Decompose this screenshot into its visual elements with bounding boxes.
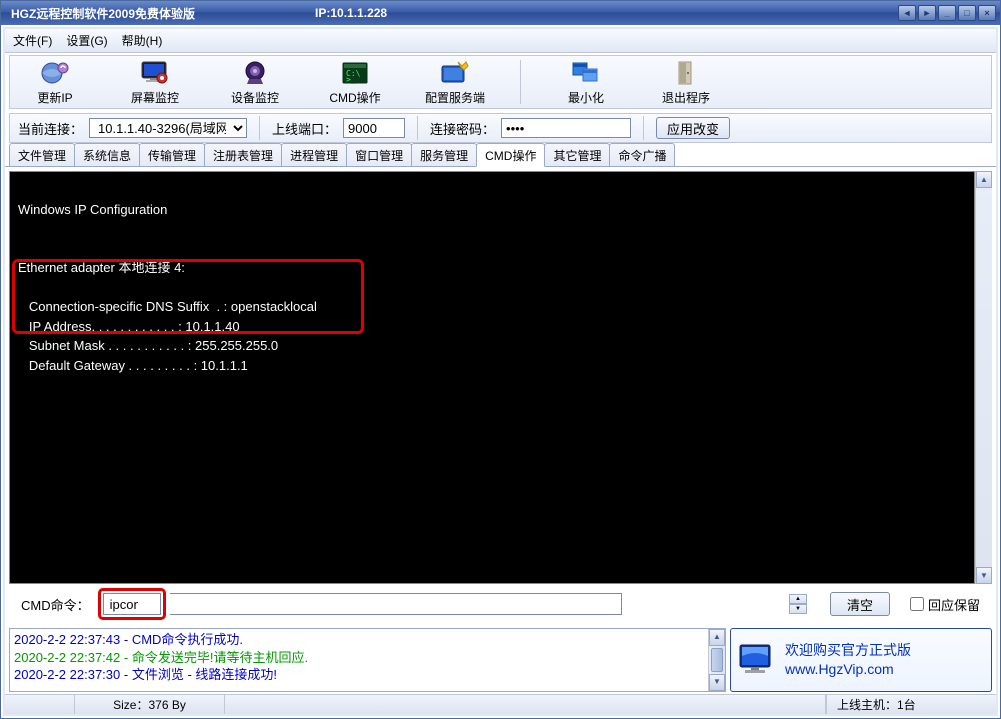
keep-reply-checkbox-label[interactable]: 回应保留 — [910, 595, 980, 614]
statusbar: Size：376 By 上线主机：1台 — [5, 694, 996, 714]
log-line: 2020-2-2 22:37:30 - 文件浏览 - 线路连接成功! — [14, 666, 721, 684]
tab-8[interactable]: 其它管理 — [544, 143, 610, 166]
log-scrollbar[interactable]: ▲ ▼ — [708, 629, 725, 691]
globe-refresh-icon — [39, 59, 71, 87]
monitor-icon — [139, 59, 171, 87]
minimize-icon[interactable]: _ — [938, 5, 956, 21]
svg-text:>_: >_ — [346, 75, 356, 84]
screen-monitor-button[interactable]: 屏幕监控 — [116, 59, 194, 106]
tab-7[interactable]: CMD操作 — [476, 143, 545, 167]
cmd-input-row: CMD命令： ▲ ▼ 清空 回应保留 — [9, 584, 992, 624]
cmd-output: Windows IP Configuration Ethernet adapte… — [9, 171, 975, 584]
spin-up-icon[interactable]: ▲ — [789, 594, 807, 604]
tab-0[interactable]: 文件管理 — [9, 143, 75, 166]
status-host: 上线主机：1台 — [826, 695, 996, 714]
cmd-input-extended[interactable] — [170, 593, 622, 615]
conn-pwd-label: 连接密码： — [430, 119, 495, 138]
toolbar: 更新IP 屏幕监控 设备监控 C:\>_ CMD操作 — [9, 55, 992, 109]
apply-button[interactable]: 应用改变 — [656, 117, 730, 139]
arrow-right-icon[interactable]: ► — [918, 5, 936, 21]
conn-pwd-input[interactable] — [501, 118, 631, 138]
online-port-input[interactable] — [343, 118, 405, 138]
config-server-button[interactable]: 配置服务端 — [416, 59, 494, 106]
menu-file[interactable]: 文件(F) — [13, 32, 52, 49]
config-icon — [439, 59, 471, 87]
cmd-input-label: CMD命令： — [21, 595, 90, 614]
promo-monitor-icon — [737, 642, 777, 678]
terminal-icon: C:\>_ — [339, 59, 371, 87]
log-line: 2020-2-2 22:37:42 - 命令发送完毕!请等待主机回应. — [14, 649, 721, 667]
window-title: HGZ远程控制软件2009免费体验版 — [11, 5, 195, 22]
scroll-up-icon[interactable]: ▲ — [709, 629, 725, 646]
tab-4[interactable]: 进程管理 — [281, 143, 347, 166]
menubar: 文件(F) 设置(G) 帮助(H) — [5, 29, 996, 53]
tab-9[interactable]: 命令广播 — [609, 143, 675, 166]
spin-down-icon[interactable]: ▼ — [789, 604, 807, 614]
log-line: 2020-2-2 22:37:43 - CMD命令执行成功. — [14, 631, 721, 649]
scroll-down-icon[interactable]: ▼ — [976, 567, 992, 584]
scroll-up-icon[interactable]: ▲ — [976, 171, 992, 188]
cmd-input-spinner[interactable]: ▲ ▼ — [789, 594, 807, 614]
cmd-ops-button[interactable]: C:\>_ CMD操作 — [316, 59, 394, 106]
minimize-button[interactable]: 最小化 — [547, 59, 625, 106]
tab-2[interactable]: 传输管理 — [139, 143, 205, 166]
scroll-thumb[interactable] — [711, 648, 723, 672]
online-port-label: 上线端口： — [272, 119, 337, 138]
tabbar: 文件管理系统信息传输管理注册表管理进程管理窗口管理服务管理CMD操作其它管理命令… — [5, 145, 996, 167]
maximize-icon[interactable]: □ — [958, 5, 976, 21]
door-exit-icon — [670, 59, 702, 87]
tab-5[interactable]: 窗口管理 — [346, 143, 412, 166]
current-conn-label: 当前连接： — [18, 119, 83, 138]
keep-reply-checkbox[interactable] — [910, 597, 924, 611]
menu-help[interactable]: 帮助(H) — [122, 32, 163, 49]
tab-3[interactable]: 注册表管理 — [204, 143, 282, 166]
tab-1[interactable]: 系统信息 — [74, 143, 140, 166]
close-icon[interactable]: × — [978, 5, 996, 21]
cmd-scrollbar[interactable]: ▲ ▼ — [975, 171, 992, 584]
arrow-left-icon[interactable]: ◄ — [898, 5, 916, 21]
status-size: Size：376 By — [75, 695, 225, 714]
promo-line1: 欢迎购买官方正式版 — [785, 641, 911, 660]
tab-6[interactable]: 服务管理 — [411, 143, 477, 166]
promo-panel[interactable]: 欢迎购买官方正式版 www.HgzVip.com — [730, 628, 992, 692]
highlight-box — [12, 259, 364, 334]
windows-minimize-icon — [570, 59, 602, 87]
cmd-input-highlight — [98, 588, 166, 620]
promo-line2: www.HgzVip.com — [785, 660, 911, 679]
connection-bar: 当前连接： 10.1.1.40-3296(局域网) 上线端口： 连接密码： 应用… — [9, 113, 992, 143]
window-ip: IP:10.1.1.228 — [315, 6, 387, 20]
cmd-input[interactable] — [103, 593, 161, 615]
clear-button[interactable]: 清空 — [830, 592, 890, 616]
device-monitor-button[interactable]: 设备监控 — [216, 59, 294, 106]
update-ip-button[interactable]: 更新IP — [16, 59, 94, 106]
titlebar: HGZ远程控制软件2009免费体验版 IP:10.1.1.228 ◄ ► _ □… — [1, 1, 1000, 25]
webcam-icon — [239, 59, 271, 87]
current-conn-select[interactable]: 10.1.1.40-3296(局域网) — [89, 118, 247, 138]
exit-button[interactable]: 退出程序 — [647, 59, 725, 106]
menu-settings[interactable]: 设置(G) — [66, 32, 107, 49]
scroll-down-icon[interactable]: ▼ — [709, 674, 725, 691]
log-panel: 2020-2-2 22:37:43 - CMD命令执行成功. 2020-2-2 … — [9, 628, 726, 692]
